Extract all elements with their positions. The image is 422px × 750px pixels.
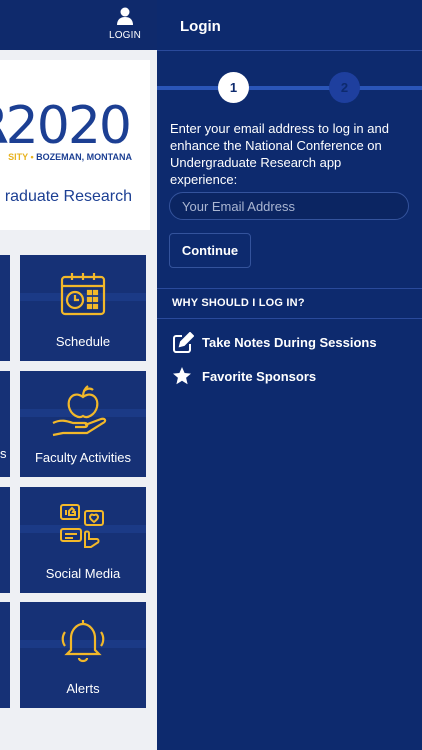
partial-tile-label: s: [0, 446, 7, 461]
banner-tagline: raduate Research: [4, 188, 132, 205]
tile-social-media[interactable]: Social Media: [20, 487, 146, 593]
tile-label: Alerts: [66, 681, 100, 696]
step-2-indicator: 2: [329, 72, 360, 103]
login-instructions: Enter your email address to log in and e…: [170, 121, 389, 187]
edit-icon: [173, 332, 194, 353]
banner-location: SITY • BOZEMAN, MONTANA: [8, 152, 132, 162]
divider: [157, 318, 422, 319]
benefit-favorite-sponsors: Favorite Sponsors: [172, 366, 412, 390]
divider: [157, 288, 422, 289]
tile-alerts[interactable]: Alerts: [20, 602, 146, 708]
partial-tile[interactable]: [0, 371, 10, 477]
tile-schedule[interactable]: Schedule: [20, 255, 146, 361]
panel-title: Login: [180, 18, 221, 35]
background-app: LOGIN UR2020 SITY • BOZEMAN, MONTANA rad…: [0, 0, 157, 750]
benefit-take-notes: Take Notes During Sessions: [172, 332, 412, 356]
benefit-label: Take Notes During Sessions: [202, 335, 377, 350]
stepper-track: [157, 86, 422, 90]
email-input[interactable]: [169, 192, 409, 220]
bell-icon: [61, 620, 105, 663]
partial-tile[interactable]: [0, 255, 10, 361]
conference-banner: UR2020 SITY • BOZEMAN, MONTANA raduate R…: [0, 60, 150, 230]
why-login-heading: WHY SHOULD I LOG IN?: [172, 297, 305, 309]
banner-logo: UR2020: [0, 96, 132, 156]
tile-label: Faculty Activities: [34, 450, 132, 465]
user-icon: [117, 7, 133, 25]
step-1-indicator: 1: [218, 72, 249, 103]
divider: [157, 50, 422, 51]
hand-apple-icon: [52, 385, 107, 437]
star-icon: [173, 367, 191, 385]
social-media-icon: [60, 504, 104, 548]
partial-tile[interactable]: [0, 602, 10, 708]
partial-tile[interactable]: [0, 487, 10, 593]
login-tab[interactable]: LOGIN: [100, 0, 150, 50]
login-tab-label: LOGIN: [108, 30, 142, 41]
tile-faculty-activities[interactable]: Faculty Activities: [20, 371, 146, 477]
benefit-label: Favorite Sponsors: [202, 369, 317, 384]
login-panel: Login 1 2 Enter your email address to lo…: [157, 0, 422, 750]
tile-label: Social Media: [45, 566, 121, 581]
calendar-clock-icon: [60, 273, 106, 316]
top-bar: LOGIN: [0, 0, 157, 50]
continue-button[interactable]: Continue: [169, 233, 251, 268]
tile-label: Schedule: [55, 334, 111, 349]
